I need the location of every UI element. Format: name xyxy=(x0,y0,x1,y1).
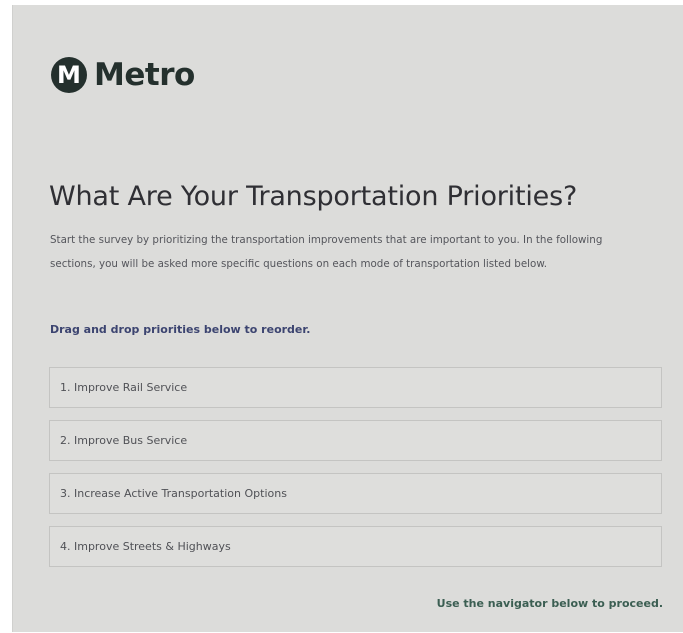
priority-list: 1. Improve Rail Service 2. Improve Bus S… xyxy=(49,367,662,579)
navigator-hint: Use the navigator below to proceed. xyxy=(436,597,663,610)
survey-intro-text: Start the survey by prioritizing the tra… xyxy=(50,234,603,270)
priority-item-bus[interactable]: 2. Improve Bus Service xyxy=(49,420,662,461)
survey-panel: M Metro What Are Your Transportation Pri… xyxy=(12,5,683,632)
priority-item-active-transportation[interactable]: 3. Increase Active Transportation Option… xyxy=(49,473,662,514)
reorder-instruction: Drag and drop priorities below to reorde… xyxy=(50,323,311,336)
priority-item-label: 3. Increase Active Transportation Option… xyxy=(60,487,287,500)
priority-item-rail[interactable]: 1. Improve Rail Service xyxy=(49,367,662,408)
priority-item-label: 2. Improve Bus Service xyxy=(60,434,188,447)
metro-logo-icon: M xyxy=(51,57,87,93)
priority-item-label: 1. Improve Rail Service xyxy=(60,381,188,394)
page-title: What Are Your Transportation Priorities? xyxy=(49,181,578,212)
priority-item-streets-highways[interactable]: 4. Improve Streets & Highways xyxy=(49,526,662,567)
metro-logo-text: Metro xyxy=(94,57,195,93)
metro-logo: M Metro xyxy=(51,57,195,93)
priority-item-label: 4. Improve Streets & Highways xyxy=(60,540,231,553)
